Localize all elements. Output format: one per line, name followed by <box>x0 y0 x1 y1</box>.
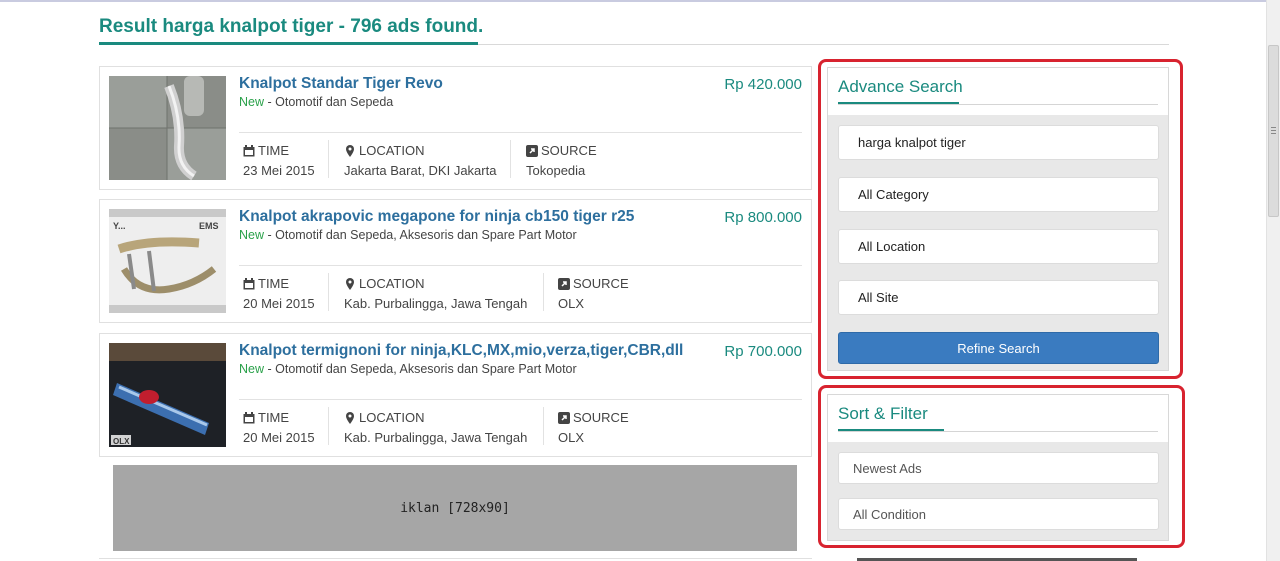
time-value: 23 Mei 2015 <box>243 163 315 178</box>
listing-card[interactable]: OLX Knalpot termignoni for ninja,KLC,MX,… <box>99 333 812 457</box>
scrollbar-grip <box>1271 127 1276 128</box>
listing-card[interactable]: Y... EMS Knalpot akrapovic megapone for … <box>99 199 812 323</box>
svg-text:EMS: EMS <box>199 221 219 231</box>
location-label: LOCATION <box>359 143 425 158</box>
source-meta: SOURCE OLX <box>558 276 629 311</box>
source-label: SOURCE <box>573 410 629 425</box>
listing-thumbnail[interactable]: Y... EMS <box>109 209 226 313</box>
time-label: TIME <box>258 410 290 425</box>
listing-title-link[interactable]: Knalpot termignoni for ninja,KLC,MX,mio,… <box>239 342 683 360</box>
source-value: OLX <box>558 430 585 445</box>
source-label: SOURCE <box>573 276 629 291</box>
scrollbar-grip <box>1271 130 1276 131</box>
location-meta: LOCATION Kab. Purbalingga, Jawa Tengah <box>344 276 527 311</box>
map-marker-icon <box>344 144 356 157</box>
source-meta: SOURCE Tokopedia <box>526 143 597 178</box>
external-link-icon <box>558 277 570 290</box>
listing-category-line: New - Otomotif dan Sepeda, Aksesoris dan… <box>239 362 577 376</box>
page-title: Result harga knalpot tiger - 796 ads fou… <box>99 16 484 37</box>
location-meta: LOCATION Kab. Purbalingga, Jawa Tengah <box>344 410 527 445</box>
time-meta: TIME 20 Mei 2015 <box>243 410 315 445</box>
listing-card[interactable]: Knalpot Standar Tiger Revo Rp 420.000 Ne… <box>99 66 812 190</box>
scrollbar-grip <box>1271 133 1276 134</box>
listing-title-link[interactable]: Knalpot akrapovic megapone for ninja cb1… <box>239 208 634 226</box>
svg-text:Y...: Y... <box>113 221 126 231</box>
listing-category-line: New - Otomotif dan Sepeda, Aksesoris dan… <box>239 228 577 242</box>
external-link-icon <box>558 411 570 424</box>
listing-price: Rp 800.000 <box>724 209 802 226</box>
ad-banner[interactable]: iklan [728x90] <box>113 465 797 551</box>
top-border <box>0 0 1280 2</box>
time-meta: TIME 23 Mei 2015 <box>243 143 315 178</box>
location-meta: LOCATION Jakarta Barat, DKI Jakarta <box>344 143 496 178</box>
time-value: 20 Mei 2015 <box>243 296 315 311</box>
time-label: TIME <box>258 276 290 291</box>
title-accent-underline <box>99 42 478 45</box>
location-value: Kab. Purbalingga, Jawa Tengah <box>344 296 528 311</box>
meta-separator <box>328 140 329 178</box>
location-value: Jakarta Barat, DKI Jakarta <box>344 163 497 178</box>
meta-separator <box>543 273 544 311</box>
time-meta: TIME 20 Mei 2015 <box>243 276 315 311</box>
time-label: TIME <box>258 143 290 158</box>
map-marker-icon <box>344 411 356 424</box>
sort-filter-highlight <box>818 385 1185 548</box>
calendar-icon <box>243 144 255 157</box>
listing-categories: - Otomotif dan Sepeda <box>264 95 394 109</box>
listing-categories: - Otomotif dan Sepeda, Aksesoris dan Spa… <box>264 362 577 376</box>
time-value: 20 Mei 2015 <box>243 430 315 445</box>
meta-separator <box>510 140 511 178</box>
listing-thumbnail[interactable] <box>109 76 226 180</box>
meta-separator <box>328 273 329 311</box>
condition-badge: New <box>239 95 265 109</box>
location-value: Kab. Purbalingga, Jawa Tengah <box>344 430 528 445</box>
listing-price: Rp 700.000 <box>724 343 802 360</box>
meta-separator <box>543 407 544 445</box>
external-link-icon <box>526 144 538 157</box>
content-bottom-border <box>99 558 812 559</box>
svg-text:OLX: OLX <box>113 437 130 446</box>
meta-divider <box>239 399 802 400</box>
source-label: SOURCE <box>541 143 597 158</box>
meta-divider <box>239 265 802 266</box>
meta-divider <box>239 132 802 133</box>
source-value: OLX <box>558 296 585 311</box>
listing-category-line: New - Otomotif dan Sepeda <box>239 95 393 109</box>
scrollbar-thumb[interactable] <box>1268 45 1279 217</box>
listing-price: Rp 420.000 <box>724 76 802 93</box>
calendar-icon <box>243 277 255 290</box>
map-marker-icon <box>344 277 356 290</box>
listing-categories: - Otomotif dan Sepeda, Aksesoris dan Spa… <box>264 228 577 242</box>
location-label: LOCATION <box>359 410 425 425</box>
meta-separator <box>328 407 329 445</box>
source-value: Tokopedia <box>526 163 586 178</box>
location-label: LOCATION <box>359 276 425 291</box>
condition-badge: New <box>239 228 265 242</box>
listing-title-link[interactable]: Knalpot Standar Tiger Revo <box>239 75 443 93</box>
source-meta: SOURCE OLX <box>558 410 629 445</box>
condition-badge: New <box>239 362 265 376</box>
listing-thumbnail[interactable]: OLX <box>109 343 226 447</box>
calendar-icon <box>243 411 255 424</box>
advance-search-highlight <box>818 59 1183 379</box>
